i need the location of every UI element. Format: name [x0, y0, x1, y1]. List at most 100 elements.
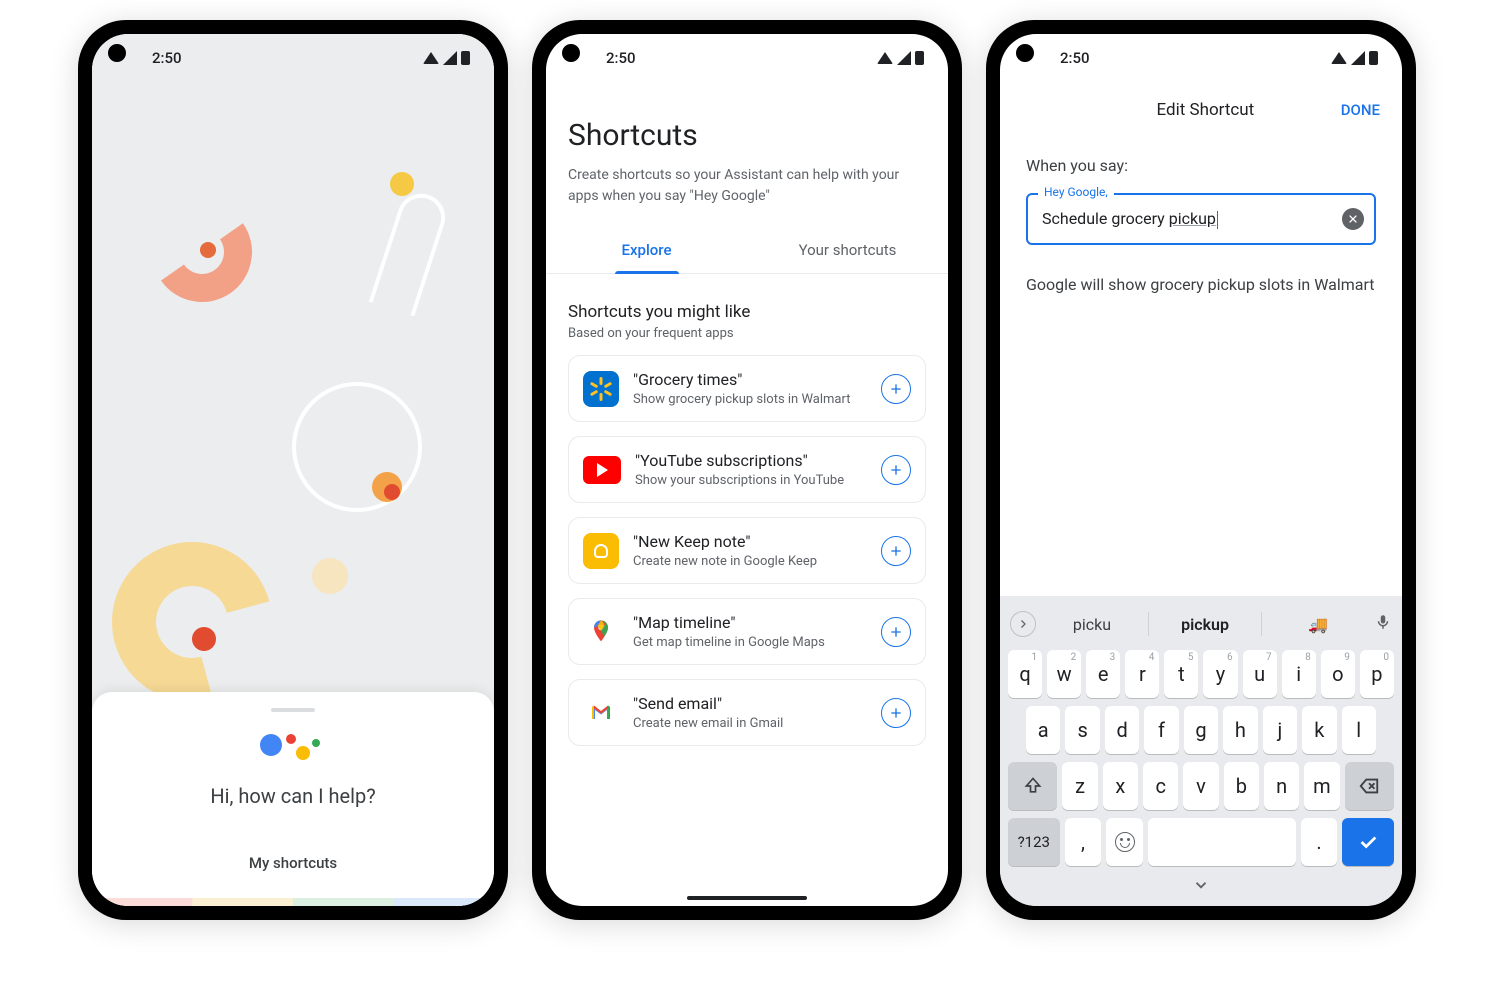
text-cursor — [1217, 211, 1218, 229]
key-e[interactable]: e3 — [1086, 650, 1120, 698]
status-time: 2:50 — [152, 49, 182, 67]
suggestion-separator — [1148, 612, 1149, 636]
status-icons — [877, 51, 924, 65]
shortcut-card-youtube[interactable]: "YouTube subscriptions" Show your subscr… — [568, 436, 926, 503]
done-button[interactable]: DONE — [1341, 101, 1380, 119]
keyboard-row-3: zxcvbnm — [1004, 758, 1398, 814]
status-bar: 2:50 — [1000, 34, 1402, 82]
assistant-bottom-sheet[interactable]: Hi, how can I help? My shortcuts — [92, 692, 494, 906]
suggestion-emoji[interactable]: 🚚 — [1270, 607, 1366, 642]
key-s[interactable]: s — [1065, 706, 1099, 754]
screen-2: 2:50 Shortcuts Create shortcuts so your … — [546, 34, 948, 906]
microphone-icon — [1374, 613, 1392, 631]
key-a[interactable]: a — [1026, 706, 1060, 754]
tab-explore[interactable]: Explore — [546, 227, 747, 273]
key-t[interactable]: t5 — [1164, 650, 1198, 698]
google-keep-icon — [583, 533, 619, 569]
wallpaper-shape — [369, 188, 452, 317]
key-n[interactable]: n — [1264, 762, 1299, 810]
shift-key[interactable] — [1008, 762, 1057, 810]
card-text: "YouTube subscriptions" Show your subscr… — [635, 451, 867, 488]
symbols-key[interactable]: ?123 — [1008, 818, 1060, 866]
key-g[interactable]: g — [1184, 706, 1218, 754]
card-text: "Send email" Create new email in Gmail — [633, 694, 867, 731]
key-b[interactable]: b — [1224, 762, 1259, 810]
key-h[interactable]: h — [1223, 706, 1257, 754]
clear-input-button[interactable] — [1342, 208, 1364, 230]
gradient-bar — [92, 898, 494, 906]
wallpaper-shape — [292, 382, 422, 512]
key-o[interactable]: o9 — [1321, 650, 1355, 698]
enter-key[interactable] — [1342, 818, 1394, 866]
edit-shortcut-header: Edit Shortcut DONE — [1000, 82, 1402, 138]
wallpaper: Hi, how can I help? My shortcuts — [92, 82, 494, 906]
keyboard-row-4: ?123 , . — [1004, 814, 1398, 870]
key-j[interactable]: j — [1263, 706, 1297, 754]
screen-3: 2:50 Edit Shortcut DONE When you say: He… — [1000, 34, 1402, 906]
suggestion-1[interactable]: picku — [1044, 607, 1140, 642]
phone-frame-2: 2:50 Shortcuts Create shortcuts so your … — [532, 20, 962, 920]
key-z[interactable]: z — [1062, 762, 1097, 810]
backspace-key[interactable] — [1345, 762, 1394, 810]
tab-bar: Explore Your shortcuts — [546, 227, 948, 274]
key-m[interactable]: m — [1304, 762, 1339, 810]
key-w[interactable]: w2 — [1047, 650, 1081, 698]
on-screen-keyboard: picku pickup 🚚 q1w2e3r4t5y6u7i8o9p0 asdf… — [1000, 596, 1402, 906]
result-description: Google will show grocery pickup slots in… — [1026, 273, 1376, 297]
add-shortcut-button[interactable] — [881, 698, 911, 728]
wifi-icon — [877, 52, 893, 64]
battery-icon — [1369, 51, 1378, 65]
walmart-icon — [583, 371, 619, 407]
add-shortcut-button[interactable] — [881, 617, 911, 647]
battery-icon — [461, 51, 470, 65]
collapse-keyboard-button[interactable] — [1004, 870, 1398, 898]
period-key[interactable]: . — [1301, 818, 1338, 866]
card-title: "Grocery times" — [633, 370, 867, 389]
emoji-key[interactable] — [1106, 818, 1143, 866]
assistant-greeting: Hi, how can I help? — [112, 784, 474, 808]
key-r[interactable]: r4 — [1125, 650, 1159, 698]
tab-your-shortcuts[interactable]: Your shortcuts — [747, 227, 948, 273]
key-v[interactable]: v — [1183, 762, 1218, 810]
add-shortcut-button[interactable] — [881, 374, 911, 404]
key-p[interactable]: p0 — [1360, 650, 1394, 698]
phrase-input[interactable]: Hey Google, Schedule grocery pickup — [1026, 193, 1376, 245]
status-bar: 2:50 — [92, 34, 494, 82]
google-assistant-logo — [112, 728, 474, 762]
status-bar: 2:50 — [546, 34, 948, 82]
comma-key[interactable]: , — [1065, 818, 1102, 866]
shortcut-card-walmart[interactable]: "Grocery times" Show grocery pickup slot… — [568, 355, 926, 422]
camera-cutout — [562, 44, 580, 62]
screen-1: 2:50 — [92, 34, 494, 906]
check-icon — [1357, 831, 1379, 853]
shortcut-card-gmail[interactable]: "Send email" Create new email in Gmail — [568, 679, 926, 746]
key-u[interactable]: u7 — [1243, 650, 1277, 698]
wallpaper-shape — [312, 558, 348, 594]
shortcut-card-maps[interactable]: "Map timeline" Get map timeline in Googl… — [568, 598, 926, 665]
suggestion-2[interactable]: pickup — [1157, 607, 1253, 642]
spacebar-key[interactable] — [1148, 818, 1295, 866]
add-shortcut-button[interactable] — [881, 455, 911, 485]
key-q[interactable]: q1 — [1008, 650, 1042, 698]
sheet-drag-handle[interactable] — [271, 708, 315, 712]
voice-input-button[interactable] — [1374, 613, 1392, 635]
navigation-handle[interactable] — [687, 896, 807, 900]
key-x[interactable]: x — [1103, 762, 1138, 810]
key-k[interactable]: k — [1302, 706, 1336, 754]
key-f[interactable]: f — [1144, 706, 1178, 754]
phone-frame-1: 2:50 — [78, 20, 508, 920]
key-i[interactable]: i8 — [1282, 650, 1316, 698]
shortcut-card-keep[interactable]: "New Keep note" Create new note in Googl… — [568, 517, 926, 584]
plus-icon — [888, 462, 904, 478]
key-y[interactable]: y6 — [1203, 650, 1237, 698]
edit-shortcut-body: When you say: Hey Google, Schedule groce… — [1000, 138, 1402, 596]
add-shortcut-button[interactable] — [881, 536, 911, 566]
key-d[interactable]: d — [1105, 706, 1139, 754]
plus-icon — [888, 705, 904, 721]
wifi-icon — [1331, 52, 1347, 64]
my-shortcuts-button[interactable]: My shortcuts — [112, 844, 474, 882]
key-c[interactable]: c — [1143, 762, 1178, 810]
expand-suggestions-button[interactable] — [1010, 611, 1036, 637]
keyboard-row-1: q1w2e3r4t5y6u7i8o9p0 — [1004, 646, 1398, 702]
key-l[interactable]: l — [1342, 706, 1376, 754]
